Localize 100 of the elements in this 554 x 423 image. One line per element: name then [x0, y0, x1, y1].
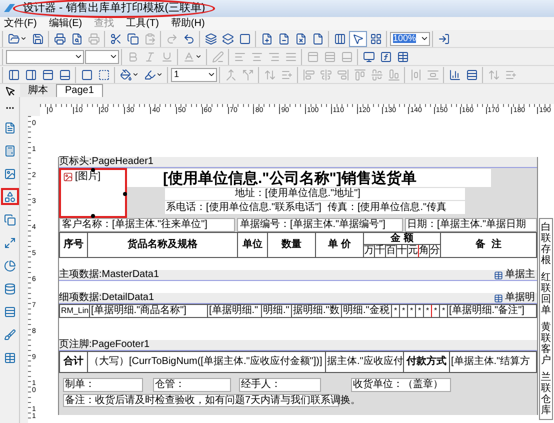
toolbar-button[interactable]	[203, 30, 219, 46]
pointer-icon[interactable]	[4, 86, 16, 97]
menu-item[interactable]: 工具(T)	[126, 18, 159, 28]
align-right-icon	[268, 50, 280, 62]
function-icon	[380, 50, 392, 62]
column-header: 货品名称及规格	[88, 233, 238, 257]
band-title: 细项数据:DetailData1	[59, 293, 154, 303]
signature-label: 经手人：	[241, 380, 281, 390]
align-icon	[320, 68, 332, 80]
copy-label: 红联回单	[541, 272, 551, 316]
tab[interactable]: Page1	[56, 84, 103, 97]
bold-icon	[127, 50, 139, 62]
undo-icon	[183, 32, 195, 44]
font-color-icon	[183, 50, 195, 62]
dropdown-value: 1	[174, 70, 180, 79]
column-header: 单位	[238, 233, 268, 257]
paste-icon	[144, 32, 156, 44]
signature-label: 仓管：	[155, 380, 185, 390]
split-icon	[242, 68, 254, 80]
band-title: 页注脚:PageFooter1	[59, 340, 150, 350]
border-all-icon	[81, 68, 93, 80]
detail-cell: 明细."金税	[342, 305, 392, 317]
align-icon	[371, 68, 383, 80]
image-icon	[4, 168, 16, 180]
phone-text: 系电话：[使用单位信息."联系电话"]	[166, 202, 322, 212]
toolbar-button[interactable]	[125, 30, 141, 46]
brush-icon	[4, 328, 16, 340]
merge-icon	[225, 68, 237, 80]
digit-cell: *	[424, 305, 432, 317]
paint-bucket-icon	[120, 68, 132, 80]
image-label: [图片]	[75, 172, 101, 182]
resize-handle[interactable]	[91, 214, 95, 218]
dropdown-value: 100%	[393, 34, 416, 43]
align-center-icon	[251, 50, 263, 62]
calculator-icon	[4, 144, 16, 156]
toolbar-button[interactable]	[220, 30, 236, 46]
total-cell: 合计	[60, 352, 88, 372]
digit-cell: *	[400, 305, 408, 317]
align-left-icon	[234, 50, 246, 62]
panel-icon	[341, 50, 353, 62]
toolbar-button[interactable]	[349, 30, 367, 46]
resize-handle[interactable]	[91, 168, 95, 172]
columns-icon	[334, 32, 346, 44]
redo-icon	[166, 32, 178, 44]
palette-button[interactable]	[0, 188, 18, 205]
caret-icon	[109, 52, 118, 61]
tab[interactable]: 脚本	[20, 84, 56, 97]
italic-icon	[144, 50, 156, 62]
table-icon	[4, 352, 16, 364]
file-minus-icon	[278, 32, 290, 44]
rows-icon	[4, 306, 16, 318]
layers-icon	[205, 32, 217, 44]
total-cell: （大写）[CurrToBigNum([单据主体."应收应付金额"])]	[88, 352, 326, 372]
dropdown[interactable]: 1	[171, 68, 217, 82]
table-icon	[494, 294, 503, 302]
column-header: 金 额	[364, 233, 440, 245]
printer-icon	[54, 32, 66, 44]
digit-header: 十	[396, 245, 407, 257]
digit-cell: *	[416, 305, 424, 317]
frame-icon	[4, 236, 16, 248]
align-justify-icon	[285, 50, 297, 62]
rows-icon	[324, 50, 336, 62]
list-icon	[505, 68, 517, 80]
menu-item[interactable]: 文件(F)	[4, 18, 37, 28]
column-header: 备 注	[474, 237, 502, 252]
table-icon	[494, 270, 503, 280]
digit-cell: *	[432, 305, 440, 317]
list-icon	[281, 68, 293, 80]
toolbar-button[interactable]	[52, 30, 68, 46]
report-title: [使用单位信息."公司名称"]销售送货单	[163, 170, 416, 186]
dropdown[interactable]: 100%	[390, 32, 430, 46]
monitor-icon	[363, 50, 375, 62]
border-left-icon	[8, 68, 20, 80]
grid-icon	[370, 32, 382, 44]
caret-icon	[420, 34, 429, 43]
total-cell: 付款方式	[404, 352, 450, 372]
save-icon	[32, 32, 44, 44]
band-title: 主项数据:MasterData1	[59, 270, 160, 280]
band-title: 页标头:PageHeader1	[59, 157, 154, 167]
arrows-icon	[264, 68, 276, 80]
remark-text: 备注：收货后请及时检查验收，如有问题7天内请与我们联系调换。	[65, 396, 361, 406]
menu-item[interactable]: 编辑(E)	[48, 18, 82, 28]
signature-label: 收货单位：（盖章）	[353, 380, 443, 390]
rows-icon	[466, 68, 478, 80]
printer-icon	[88, 32, 100, 44]
menu-item[interactable]: 帮助(H)	[170, 18, 205, 28]
detail-cell: [单据明细."	[208, 305, 262, 317]
copy-icon	[127, 32, 139, 44]
shapes-icon	[4, 190, 16, 202]
resize-handle[interactable]	[123, 192, 127, 196]
align-icon	[388, 68, 400, 80]
image-element[interactable]: [图片]	[59, 168, 127, 218]
border-none-icon	[98, 68, 110, 80]
border-bottom-icon	[59, 68, 71, 80]
copy-label: 白联存根	[541, 222, 551, 266]
copy-label: 黄联客户	[541, 322, 551, 366]
total-cell-text: [单据主体."结算方	[450, 354, 532, 369]
file-icon	[312, 32, 324, 44]
detail-cell: 据明细."数	[292, 305, 342, 317]
underline-icon	[161, 50, 173, 62]
